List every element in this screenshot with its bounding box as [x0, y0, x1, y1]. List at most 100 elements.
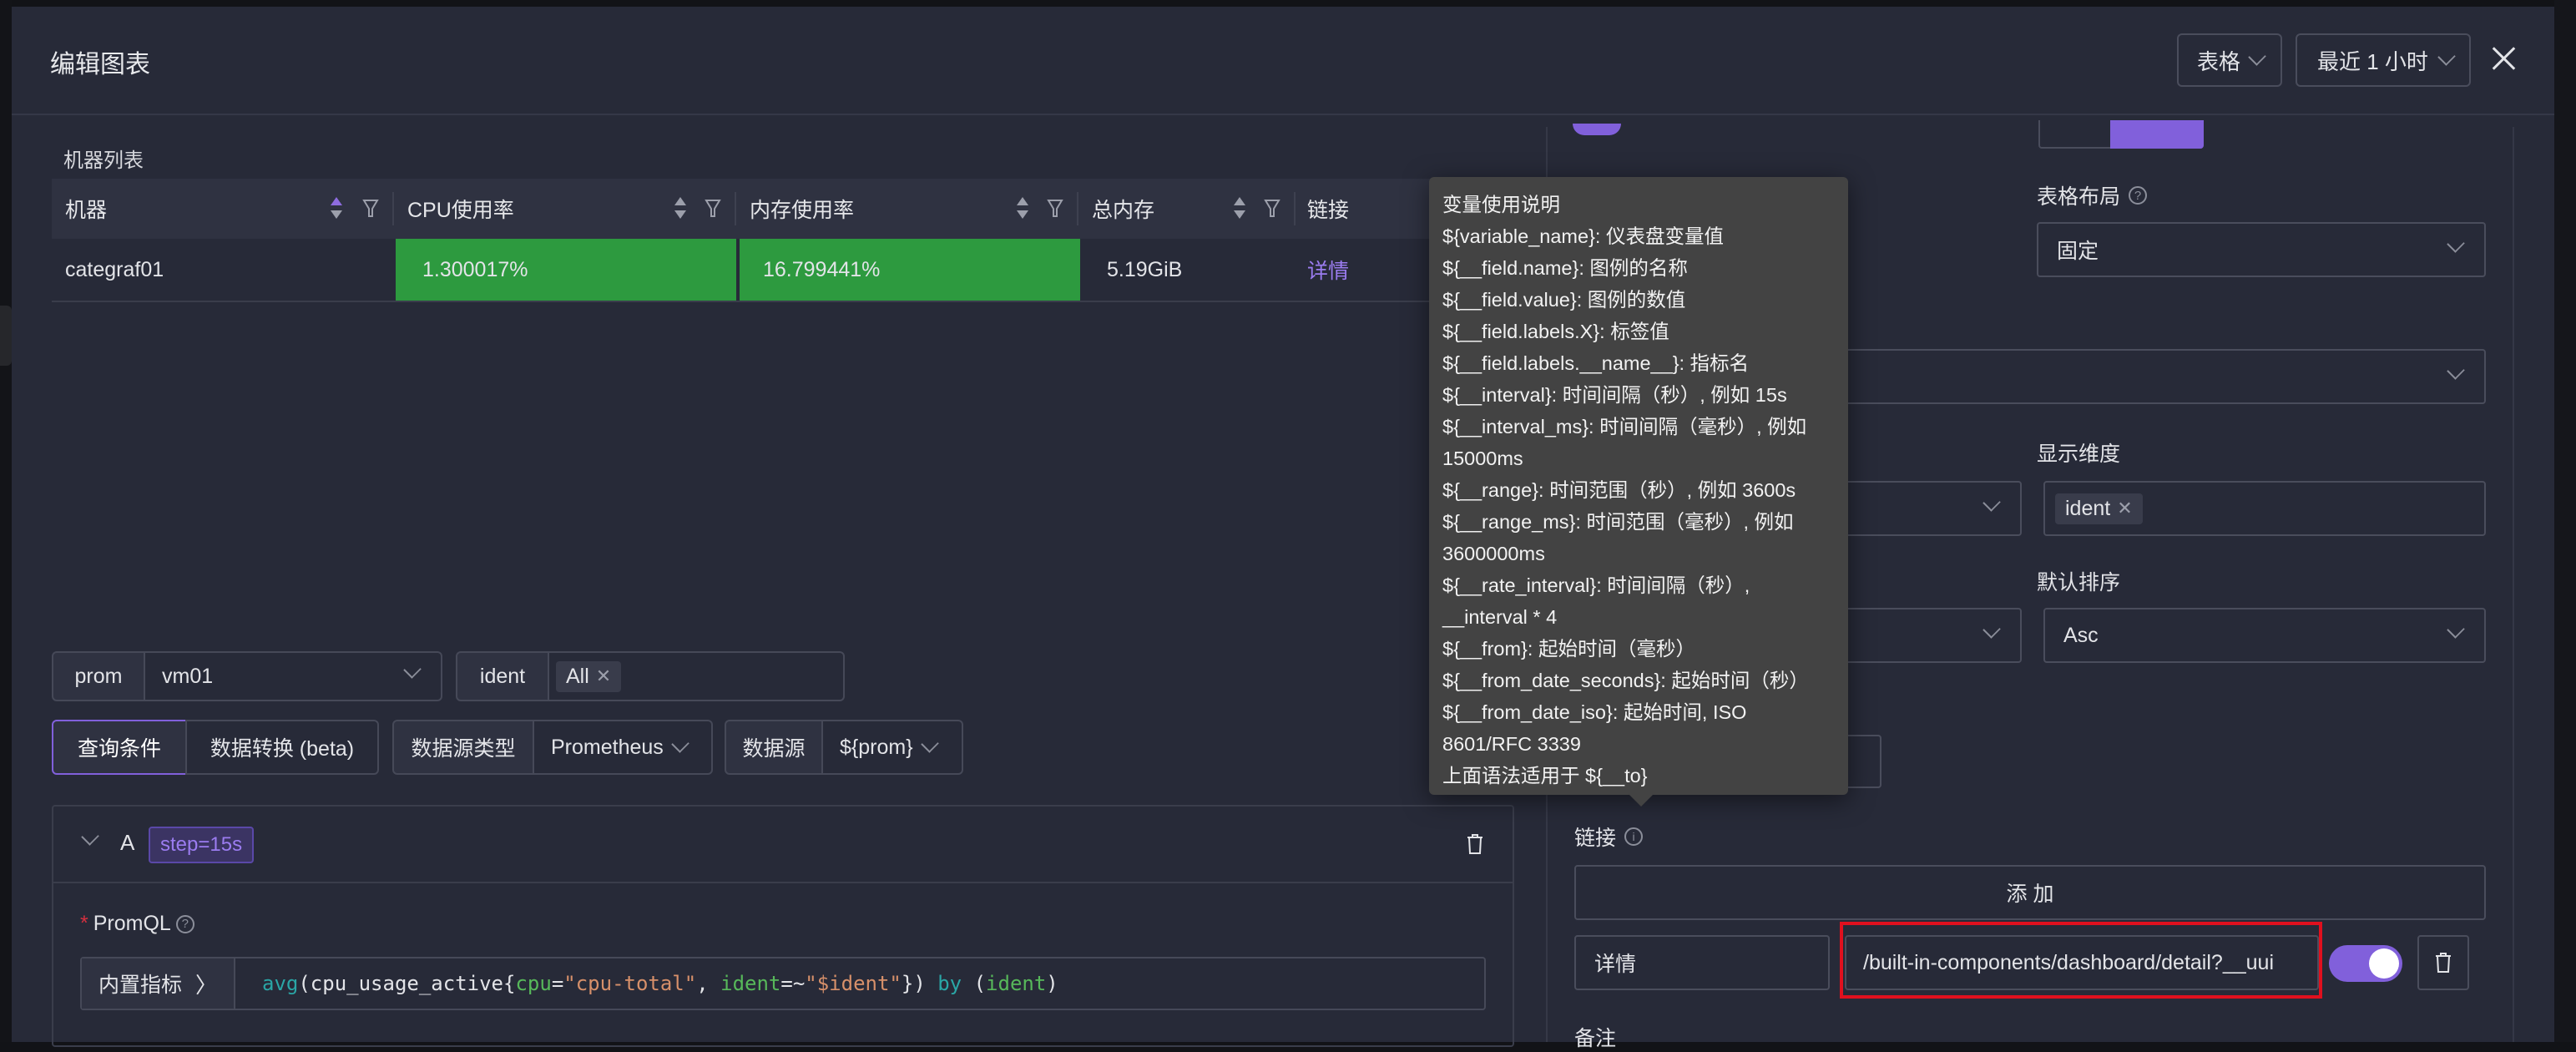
chevron-down-icon [2248, 48, 2266, 66]
code-label: ident [720, 972, 781, 995]
column-separator [392, 192, 394, 225]
column-separator [1077, 192, 1078, 225]
filter-icon[interactable] [705, 199, 721, 219]
toggle-switch-partial[interactable] [1573, 124, 1621, 135]
close-icon[interactable]: ✕ [596, 665, 611, 687]
sort-icon[interactable] [1234, 197, 1245, 222]
scrollbar-track[interactable] [2513, 127, 2514, 1042]
code-paren: ) [1046, 972, 1058, 995]
table-layout-select[interactable]: 固定 [2037, 222, 2486, 277]
query-ref: A [120, 830, 135, 855]
code-paren: ( [962, 972, 987, 995]
datasource-type-value: Prometheus [551, 735, 664, 759]
datasource-type-select[interactable]: Prometheus [533, 720, 713, 775]
tooltip-line: ${__field.value}: 图例的数值 [1442, 289, 1686, 311]
tooltip-line: 3600000ms [1442, 543, 1545, 564]
chevron-down-icon [403, 660, 422, 679]
tooltip-line: ${__field.name}: 图例的名称 [1442, 257, 1688, 279]
column-header-mem[interactable]: 内存使用率 [750, 179, 854, 239]
datasource-label: 数据源 [725, 720, 823, 775]
filter-icon[interactable] [1264, 199, 1280, 219]
step-badge: step=15s [149, 827, 255, 863]
column-header-total-mem[interactable]: 总内存 [1092, 179, 1154, 239]
sort-icon[interactable] [674, 197, 686, 222]
sort-icon[interactable] [331, 197, 342, 222]
sort-icon[interactable] [1017, 197, 1028, 222]
segmented-control-active[interactable] [2110, 120, 2204, 149]
link-enabled-toggle[interactable] [2329, 945, 2402, 982]
tooltip-line: ${__from_date_seconds}: 起始时间（秒） [1442, 670, 1809, 691]
query-panel-a: A step=15s [52, 805, 1514, 1047]
collapse-icon[interactable] [81, 827, 99, 846]
info-icon[interactable]: i [1624, 827, 1644, 846]
filter-icon[interactable] [362, 199, 379, 219]
column-separator [1294, 192, 1296, 225]
chevron-down-icon [920, 735, 939, 753]
required-mark: * [80, 912, 88, 935]
close-icon[interactable] [2488, 42, 2521, 75]
tooltip-line: ${__range_ms}: 时间范围（毫秒）, 例如 [1442, 511, 1794, 533]
datasource-select[interactable]: ${prom} [821, 720, 963, 775]
background-sidebar-item [0, 306, 12, 366]
default-sort-label: 默认排序 [2037, 571, 2121, 594]
variable-prom-value: vm01 [162, 664, 214, 688]
column-header-machine[interactable]: 机器 [65, 179, 107, 239]
tooltip-title: 变量使用说明 [1442, 194, 1560, 215]
table-header: 机器 CPU使用率 内存使用率 总内存 链接 [52, 179, 1471, 239]
link-name-input[interactable]: 详情 [1574, 935, 1830, 990]
help-icon[interactable]: ? [175, 914, 194, 933]
chevron-down-icon [1983, 493, 2001, 512]
code-separator: , [696, 972, 721, 995]
close-icon[interactable]: ✕ [2117, 498, 2132, 519]
tab-query[interactable]: 查询条件 [52, 720, 187, 775]
chevron-down-icon [2437, 48, 2456, 66]
promql-input[interactable]: 内置指标 〉 avg (cpu_usage_active{cpu = "cpu-tot… [80, 957, 1486, 1010]
chart-type-select[interactable]: 表格 [2177, 33, 2282, 87]
column-header-cpu[interactable]: CPU使用率 [407, 179, 514, 239]
cell-link[interactable]: 详情 [1307, 239, 1349, 301]
trash-icon[interactable] [1466, 833, 1484, 855]
chevron-down-icon [2447, 235, 2465, 253]
tooltip-line: ${__interval_ms}: 时间间隔（毫秒）, 例如 [1442, 416, 1807, 437]
code-string: "$ident" [805, 972, 902, 995]
table-layout-label: 表格布局 ? [2037, 180, 2148, 210]
cell-mem: 16.799441% [740, 239, 1080, 301]
time-range-select[interactable]: 最近 1 小时 [2296, 33, 2471, 87]
tooltip-line: ${__range}: 时间范围（秒）, 例如 3600s [1442, 479, 1796, 501]
code-label: cpu [515, 972, 552, 995]
tooltip-line: ${__from_date_iso}: 起始时间, ISO [1442, 701, 1747, 723]
display-dim-select[interactable]: ident ✕ [2043, 481, 2486, 536]
promql-label: * PromQL ? [80, 912, 194, 936]
tooltip-arrow [1628, 793, 1654, 807]
note-label: 备注 [1574, 1027, 1617, 1050]
modal-title: 编辑图表 [50, 51, 150, 78]
filter-icon[interactable] [1047, 199, 1063, 219]
default-sort-value: Asc [2063, 623, 2099, 647]
background-app [0, 0, 12, 1042]
tooltip-line: ${variable_name}: 仪表盘变量值 [1442, 225, 1724, 247]
background-app-right [2554, 0, 2576, 1042]
add-link-button[interactable]: 添 加 [1574, 865, 2486, 920]
variable-prom-select[interactable]: vm01 [144, 651, 442, 701]
promql-label-text: PromQL [93, 912, 171, 935]
query-header: A step=15s [53, 807, 1513, 883]
chevron-down-icon [2447, 362, 2465, 380]
cell-total-mem: 5.19GiB [1107, 257, 1183, 281]
delete-link-button[interactable] [2417, 935, 2469, 990]
promql-code[interactable]: avg (cpu_usage_active{cpu = "cpu-total", id… [235, 958, 1058, 1009]
code-metric: (cpu_usage_active{ [298, 972, 516, 995]
default-sort-select[interactable]: Asc [2043, 608, 2486, 663]
chevron-down-icon [1983, 620, 2001, 639]
variable-ident-select[interactable]: All ✕ [548, 651, 845, 701]
links-label: 链接 i [1574, 822, 1644, 852]
variable-prom-label: prom [52, 651, 145, 701]
tab-transform[interactable]: 数据转换 (beta) [185, 720, 379, 775]
cell-cpu: 1.300017% [396, 239, 736, 301]
chart-type-value: 表格 [2197, 48, 2241, 74]
chevron-down-icon [2447, 620, 2465, 639]
tag-label: All [566, 664, 589, 688]
code-operator: = [551, 972, 564, 995]
builtin-metrics-button[interactable]: 内置指标 〉 [82, 958, 235, 1009]
table-layout-label-text: 表格布局 [2037, 185, 2121, 209]
help-icon[interactable]: ? [2129, 186, 2148, 205]
